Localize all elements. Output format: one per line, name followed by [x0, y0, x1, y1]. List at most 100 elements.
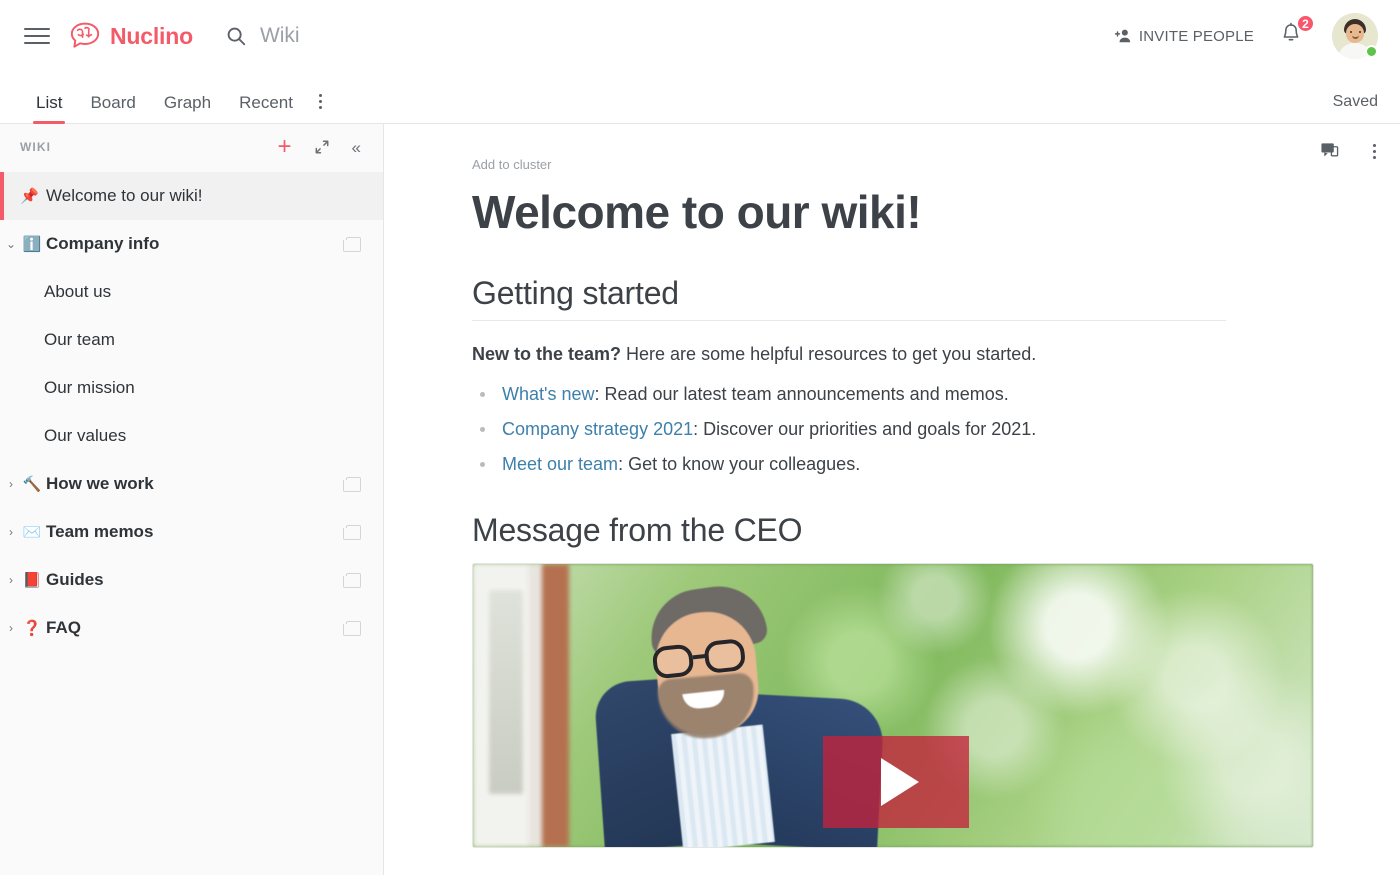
collapse-sidebar-button[interactable]: « — [352, 139, 361, 156]
list-item-text: : Discover our priorities and goals for … — [693, 418, 1037, 439]
notifications-button[interactable]: 2 — [1280, 14, 1315, 51]
document-content: Add to cluster Welcome to our wiki! Gett… — [384, 124, 1314, 849]
hamburger-menu-icon[interactable] — [24, 23, 50, 49]
cluster-badge-icon — [343, 620, 361, 636]
invite-people-button[interactable]: INVITE PEOPLE — [1114, 26, 1254, 46]
person-shirt — [671, 724, 775, 848]
list-item: What's new: Read our latest team announc… — [472, 377, 1226, 412]
list-item-text: : Get to know your colleagues. — [618, 453, 861, 474]
sidebar-item-label: How we work — [46, 474, 154, 493]
tab-recent[interactable]: Recent — [227, 94, 305, 123]
play-button[interactable] — [823, 736, 969, 829]
tab-label: List — [36, 93, 63, 112]
intro-paragraph: New to the team? Here are some helpful r… — [472, 341, 1226, 369]
sidebar-item-our-values[interactable]: Our values — [0, 412, 383, 460]
view-tabs: List Board Graph Recent — [24, 83, 332, 124]
sidebar-item-company-info[interactable]: ⌄ ℹ️ Company info — [0, 220, 383, 268]
notification-badge: 2 — [1296, 14, 1315, 33]
envelope-icon: ✉️ — [22, 524, 42, 541]
chevron-right-icon[interactable]: › — [0, 525, 22, 539]
document-menu-icon[interactable] — [1367, 140, 1382, 163]
tab-board[interactable]: Board — [78, 94, 147, 123]
search-input[interactable]: Wiki — [225, 24, 300, 48]
link-company-strategy-2021[interactable]: Company strategy 2021 — [502, 419, 693, 439]
sidebar-item-label: Guides — [46, 570, 104, 589]
chevron-right-icon[interactable]: › — [0, 621, 22, 635]
sidebar-item-label: FAQ — [46, 618, 81, 637]
question-mark-icon: ❓ — [22, 620, 42, 637]
list-item: Meet our team: Get to know your colleagu… — [472, 447, 1226, 482]
section-heading-message-from-the-ceo: Message from the CEO — [472, 512, 803, 549]
sidebar-item-label: Welcome to our wiki! — [46, 186, 203, 205]
app-body: WIKI + « 📌 Welcome to our wiki! ⌄ ℹ️ Com… — [0, 124, 1400, 875]
expand-sidebar-button[interactable] — [314, 139, 330, 155]
resource-list: What's new: Read our latest team announc… — [472, 377, 1226, 482]
hammer-icon: 🔨 — [22, 476, 42, 493]
top-bar-right: INVITE PEOPLE 2 — [1114, 13, 1378, 59]
search-value: Wiki — [259, 24, 300, 47]
sidebar-item-guides[interactable]: › 📕 Guides — [0, 556, 383, 604]
user-avatar[interactable] — [1332, 13, 1378, 59]
cluster-badge-icon — [343, 524, 361, 540]
comments-icon[interactable] — [1320, 142, 1339, 161]
intro-bold-text: New to the team? — [472, 343, 622, 364]
book-icon: 📕 — [22, 572, 42, 589]
list-item: Company strategy 2021: Discover our prio… — [472, 412, 1226, 447]
more-vertical-icon — [318, 94, 322, 111]
video-thumbnail[interactable] — [472, 563, 1314, 849]
avatar-eye — [1359, 31, 1361, 33]
top-bar: Nuclino Wiki INVITE PEOPLE 2 — [0, 0, 1400, 72]
link-meet-our-team[interactable]: Meet our team — [502, 454, 618, 474]
intro-rest-text: Here are some helpful resources to get y… — [621, 343, 1037, 364]
tab-overflow-menu-button[interactable] — [309, 83, 332, 123]
avatar-face — [1346, 24, 1364, 43]
sidebar-tree: 📌 Welcome to our wiki! ⌄ ℹ️ Company info… — [0, 170, 383, 875]
add-person-icon — [1114, 29, 1131, 43]
hamburger-line — [24, 28, 50, 30]
play-icon — [881, 758, 919, 807]
sidebar-actions: + « — [278, 135, 361, 159]
pushpin-icon: 📌 — [20, 188, 39, 205]
brand-name: Nuclino — [110, 22, 193, 49]
sidebar-item-faq[interactable]: › ❓ FAQ — [0, 604, 383, 652]
tab-list[interactable]: List — [24, 93, 74, 124]
sidebar-item-label: Our mission — [44, 378, 135, 397]
information-icon: ℹ️ — [22, 236, 42, 253]
chevron-right-icon[interactable]: › — [0, 573, 22, 587]
tab-graph[interactable]: Graph — [152, 94, 223, 123]
add-to-cluster-button[interactable]: Add to cluster — [472, 157, 552, 172]
list-item-text: : Read our latest team announcements and… — [594, 383, 1009, 404]
link-whats-new[interactable]: What's new — [502, 384, 594, 404]
sidebar-item-team-memos[interactable]: › ✉️ Team memos — [0, 508, 383, 556]
cluster-badge-icon — [343, 476, 361, 492]
invite-people-label: INVITE PEOPLE — [1138, 27, 1254, 45]
page-title[interactable]: Welcome to our wiki! — [472, 186, 1226, 239]
search-icon — [227, 27, 246, 46]
sidebar-item-about-us[interactable]: About us — [0, 268, 383, 316]
sidebar-item-our-mission[interactable]: Our mission — [0, 364, 383, 412]
tab-label: Graph — [163, 93, 212, 112]
video-window-frame — [473, 564, 569, 848]
sidebar: WIKI + « 📌 Welcome to our wiki! ⌄ ℹ️ Com… — [0, 124, 384, 875]
section-heading-getting-started: Getting started — [472, 275, 1226, 321]
chevron-right-icon[interactable]: › — [0, 477, 22, 491]
nuclino-logo[interactable]: Nuclino — [68, 22, 193, 50]
sidebar-title: WIKI — [20, 140, 52, 154]
add-item-button[interactable]: + — [278, 135, 292, 159]
nuclino-brain-icon — [70, 22, 100, 48]
sidebar-item-label: Team memos — [46, 522, 154, 541]
cluster-badge-icon — [343, 572, 361, 588]
sidebar-item-welcome-to-our-wiki[interactable]: 📌 Welcome to our wiki! — [0, 172, 383, 220]
sidebar-item-how-we-work[interactable]: › 🔨 How we work — [0, 460, 383, 508]
view-tab-bar: List Board Graph Recent Saved — [0, 72, 1400, 124]
document-pane: Add to cluster Welcome to our wiki! Gett… — [384, 124, 1400, 875]
sidebar-item-label: Our values — [44, 426, 127, 445]
sidebar-item-label: Company info — [46, 234, 160, 253]
tab-label: Board — [90, 93, 136, 112]
chevron-down-icon[interactable]: ⌄ — [0, 237, 22, 251]
sidebar-item-our-team[interactable]: Our team — [0, 316, 383, 364]
hamburger-line — [24, 42, 50, 44]
online-status-indicator — [1365, 45, 1378, 58]
sidebar-item-label: About us — [44, 282, 112, 301]
avatar-eye — [1350, 31, 1352, 33]
